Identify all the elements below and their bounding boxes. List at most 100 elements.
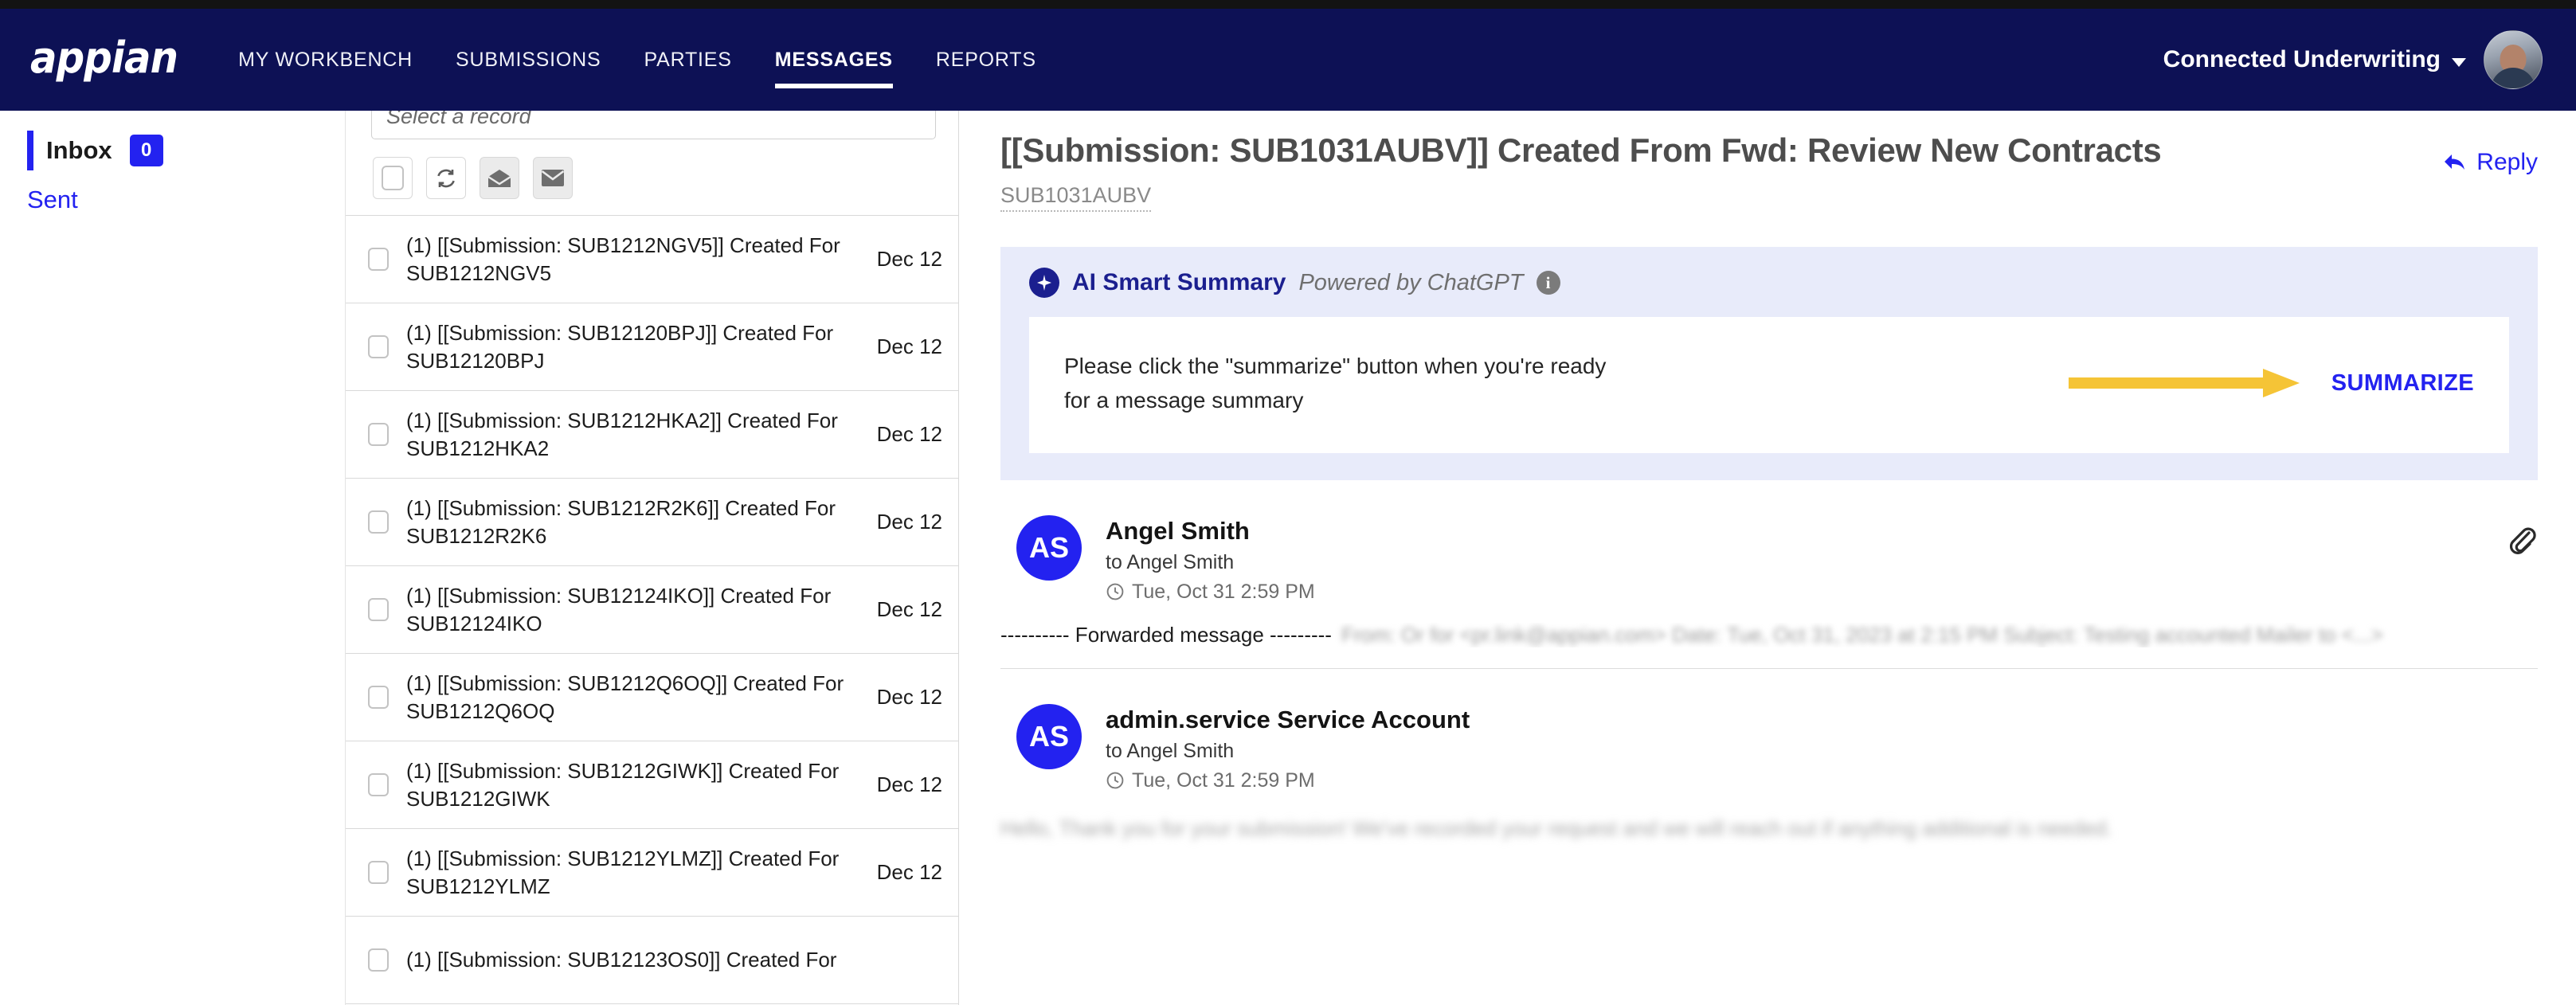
message-timestamp: Tue, Oct 31 2:59 PM [1132,769,1315,792]
message-subject: (1) [[Submission: SUB1212YLMZ]] Created … [406,845,859,900]
message-list-item[interactable]: (1) [[Submission: SUB12120BPJ]] Created … [346,303,958,391]
ai-summary-action-area: SUMMARIZE [2069,366,2474,401]
message-select-checkbox[interactable] [368,686,389,709]
message-sender: admin.service Service Account [1106,706,2538,734]
message-subject: (1) [[Submission: SUB1212GIWK]] Created … [406,757,859,812]
nav-item-parties[interactable]: PARTIES [644,9,731,111]
reply-arrow-icon [2443,152,2467,173]
org-name-label: Connected Underwriting [2163,46,2441,73]
message-list-item[interactable]: (1) [[Submission: SUB1212Q6OQ]] Created … [346,654,958,741]
envelope-open-icon [487,169,511,188]
message-date: Dec 12 [877,685,942,710]
message-select-checkbox[interactable] [368,948,389,972]
message-select-checkbox[interactable] [368,423,389,446]
message-list-item[interactable]: (1) [[Submission: SUB1212NGV5]] Created … [346,216,958,303]
message-subject: (1) [[Submission: SUB12120BPJ]] Created … [406,319,859,374]
refresh-icon [434,166,458,190]
message-subject: (1) [[Submission: SUB1212R2K6]] Created … [406,495,859,549]
message-list-item[interactable]: (1) [[Submission: SUB1212GIWK]] Created … [346,741,958,829]
message-list-item[interactable]: (1) [[Submission: SUB12123OS0]] Created … [346,917,958,1004]
message-list-column: Select a record [346,111,959,1005]
info-icon[interactable]: i [1537,271,1560,295]
clock-icon [1106,771,1125,790]
nav-item-messages[interactable]: MESSAGES [775,9,893,111]
arrow-right-annotation [2069,366,2308,401]
message-select-checkbox[interactable] [368,861,389,884]
message-select-checkbox[interactable] [368,510,389,534]
avatar: AS [1016,515,1082,581]
message-subject: (1) [[Submission: SUB12124IKO]] Created … [406,582,859,637]
ai-summary-prompt-text: Please click the "summarize" button when… [1064,349,1638,418]
sidebar-item-inbox[interactable]: Inbox 0 [0,126,345,175]
message-recipient: to Angel Smith [1106,551,2506,574]
app-body: Inbox 0 Sent Select a record [0,111,2576,1005]
select-all-checkbox[interactable] [373,157,413,199]
message-body-redacted: From: Or for <pr.link@appian.com> Date: … [1341,623,2383,647]
message-detail-pane: [[Submission: SUB1031AUBV]] Created From… [959,111,2576,1005]
message-subject: (1) [[Submission: SUB1212HKA2]] Created … [406,407,859,462]
thread-message-header: AS Angel Smith to Angel Smith Tue, Oct 3… [1000,515,2538,604]
ai-summary-card: Please click the "summarize" button when… [1029,317,2509,453]
mailbox-sidebar: Inbox 0 Sent [0,111,346,1005]
ai-smart-summary-panel: AI Smart Summary Powered by ChatGPT i Pl… [1000,247,2538,480]
mark-as-unread-button[interactable] [533,157,573,199]
message-list-item[interactable]: (1) [[Submission: SUB1212HKA2]] Created … [346,391,958,479]
nav-item-reports[interactable]: REPORTS [936,9,1036,111]
summarize-button[interactable]: SUMMARIZE [2331,370,2474,397]
thread-message: AS admin.service Service Account to Ange… [1000,669,2538,841]
avatar[interactable] [2484,30,2543,89]
ai-summary-subtitle: Powered by ChatGPT [1298,270,1523,296]
message-body-redacted: Hello, Thank you for your submission! We… [1000,816,2538,841]
primary-nav: MY WORKBENCH SUBMISSIONS PARTIES MESSAGE… [238,9,1036,111]
message-list[interactable]: (1) [[Submission: SUB1212NGV5]] Created … [346,215,958,1005]
message-date: Dec 12 [877,597,942,622]
thread-message-header: AS admin.service Service Account to Ange… [1000,704,2538,792]
thread-message-meta: Angel Smith to Angel Smith Tue, Oct 31 2… [1106,515,2506,604]
forwarded-message-marker: ---------- Forwarded message --------- [1000,623,1332,647]
attachment-button[interactable] [2506,515,2538,562]
record-select-placeholder: Select a record [386,111,531,129]
avatar: AS [1016,704,1082,769]
message-select-checkbox[interactable] [368,773,389,796]
appian-logo[interactable]: appian [30,37,178,80]
checkbox-icon [382,166,404,190]
message-subject: (1) [[Submission: SUB1212Q6OQ]] Created … [406,670,859,725]
message-date: Dec 12 [877,772,942,797]
sidebar-item-label: Inbox [46,136,112,165]
record-id-link[interactable]: SUB1031AUBV [1000,183,1151,212]
message-select-checkbox[interactable] [368,598,389,621]
sidebar-item-label: Sent [27,186,78,214]
message-timestamp: Tue, Oct 31 2:59 PM [1132,581,1315,604]
message-list-item[interactable]: (1) [[Submission: SUB1212R2K6]] Created … [346,479,958,566]
message-select-checkbox[interactable] [368,335,389,358]
nav-item-submissions[interactable]: SUBMISSIONS [456,9,601,111]
window-top-strip [0,0,2576,9]
sidebar-item-sent[interactable]: Sent [0,175,345,225]
message-timestamp-row: Tue, Oct 31 2:59 PM [1106,581,2506,604]
message-recipient: to Angel Smith [1106,740,2538,763]
thread-message: AS Angel Smith to Angel Smith Tue, Oct 3… [1000,480,2538,669]
message-detail-header: [[Submission: SUB1031AUBV]] Created From… [1000,131,2538,212]
mark-as-read-button[interactable] [480,157,519,199]
envelope-closed-icon [541,169,565,187]
message-timestamp-row: Tue, Oct 31 2:59 PM [1106,769,2538,792]
org-switcher[interactable]: Connected Underwriting [2163,46,2466,73]
message-body: ---------- Forwarded message --------- F… [1000,623,2538,647]
message-thread: AS Angel Smith to Angel Smith Tue, Oct 3… [1000,480,2538,841]
refresh-button[interactable] [426,157,466,199]
clock-icon [1106,582,1125,601]
message-list-item[interactable]: (1) [[Submission: SUB12124IKO]] Created … [346,566,958,654]
paperclip-icon [2506,523,2538,558]
message-select-checkbox[interactable] [368,248,389,271]
message-date: Dec 12 [877,334,942,359]
message-date: Dec 12 [877,510,942,534]
message-list-item[interactable]: (1) [[Submission: SUB1212YLMZ]] Created … [346,829,958,917]
message-sender: Angel Smith [1106,517,2506,546]
nav-item-my-workbench[interactable]: MY WORKBENCH [238,9,413,111]
reply-label: Reply [2476,149,2538,176]
message-date: Dec 12 [877,247,942,272]
ai-summary-header: AI Smart Summary Powered by ChatGPT i [1029,268,2509,298]
reply-button[interactable]: Reply [2443,149,2538,176]
top-navigation-bar: appian MY WORKBENCH SUBMISSIONS PARTIES … [0,9,2576,111]
record-select-input[interactable]: Select a record [371,111,936,139]
